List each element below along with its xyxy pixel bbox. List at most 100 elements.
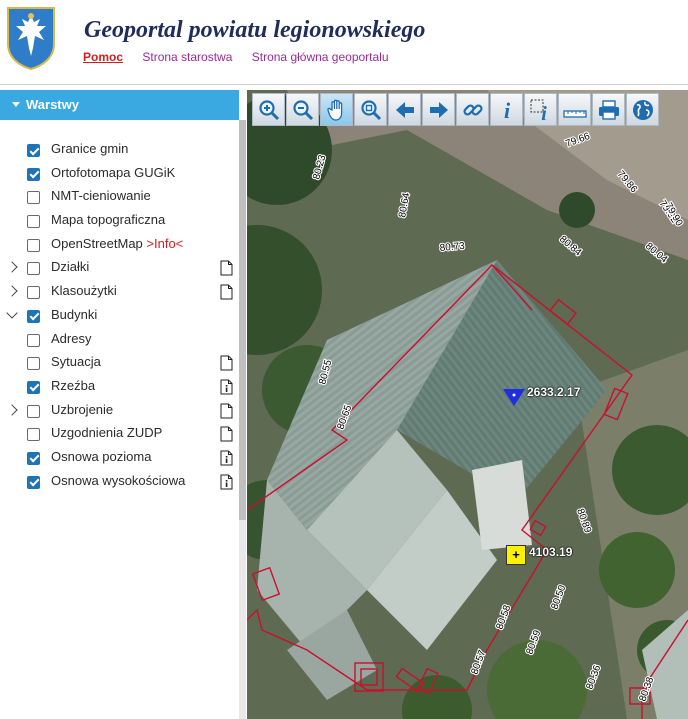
layer-row[interactable]: Osnowa pozioma xyxy=(0,448,239,472)
print-icon xyxy=(598,99,619,120)
globe-button[interactable] xyxy=(626,93,659,126)
nav-link-strona-glowna[interactable]: Strona główna geoportalu xyxy=(252,50,389,64)
svg-text:i: i xyxy=(541,103,547,122)
zoom-out-icon xyxy=(292,99,313,120)
layer-row[interactable]: NMT-cieniowanie xyxy=(0,187,239,211)
layer-row[interactable]: Rzeźba xyxy=(0,377,239,401)
layer-row[interactable]: Uzbrojenie xyxy=(0,401,239,425)
zoom-box-button[interactable] xyxy=(354,93,387,126)
layer-label: Rzeźba xyxy=(51,377,96,393)
expand-chevron-icon[interactable] xyxy=(6,307,18,319)
info-selection-button[interactable]: i xyxy=(524,93,557,126)
layer-label: Ortofotomapa GUGiK xyxy=(51,164,176,180)
next-view-arrow-icon xyxy=(429,101,448,118)
measure-button[interactable] xyxy=(558,93,591,126)
legend-info-document-icon[interactable] xyxy=(220,379,233,395)
info-button[interactable]: i xyxy=(490,93,523,126)
expand-chevron-icon[interactable] xyxy=(6,285,18,297)
layer-checkbox[interactable] xyxy=(27,333,40,347)
layer-label: Granice gmin xyxy=(51,141,129,156)
yellow-plus-icon[interactable]: + xyxy=(506,545,526,565)
globe-icon xyxy=(632,99,653,120)
measure-ruler-icon xyxy=(562,109,587,118)
zoom-box-icon xyxy=(360,99,381,120)
layer-checkbox[interactable] xyxy=(27,262,40,276)
layer-checkbox[interactable] xyxy=(27,451,40,465)
legend-document-icon[interactable] xyxy=(220,426,233,442)
layer-checkbox[interactable] xyxy=(27,191,40,205)
pan-hand-icon xyxy=(326,99,342,121)
layer-checkbox[interactable] xyxy=(27,357,40,371)
layer-checkbox[interactable] xyxy=(27,475,40,489)
layer-checkbox[interactable] xyxy=(27,380,40,394)
layer-info-link[interactable]: >Info< xyxy=(146,236,183,251)
layer-checkbox[interactable] xyxy=(27,215,40,229)
scrollbar-thumb[interactable] xyxy=(239,120,246,520)
layer-label: Osnowa wysokościowa xyxy=(51,472,186,488)
header: Geoportal powiatu legionowskiego Pomoc S… xyxy=(0,0,688,85)
collapse-caret-icon[interactable] xyxy=(12,102,20,108)
site-title: Geoportal powiatu legionowskiego xyxy=(84,17,426,43)
previous-view-arrow-icon xyxy=(395,101,414,118)
layer-row[interactable]: Granice gmin xyxy=(0,140,239,164)
layers-panel-header[interactable]: Warstwy xyxy=(0,90,239,120)
layer-row[interactable]: Adresy xyxy=(0,330,239,354)
zoom-out-button[interactable] xyxy=(286,93,319,126)
nav-link-strona-starostwa[interactable]: Strona starostwa xyxy=(142,50,232,64)
top-nav: Pomoc Strona starostwa Strona główna geo… xyxy=(83,50,405,64)
next-view-button[interactable] xyxy=(422,93,455,126)
layer-checkbox[interactable] xyxy=(27,286,40,300)
layers-panel-title: Warstwy xyxy=(26,97,79,112)
link-button[interactable] xyxy=(456,93,489,126)
svg-text:i: i xyxy=(503,98,510,122)
layer-row[interactable]: Budynki xyxy=(0,306,239,330)
layer-row[interactable]: Sytuacja xyxy=(0,353,239,377)
layer-row[interactable]: Uzgodnienia ZUDP xyxy=(0,424,239,448)
zoom-in-button[interactable] xyxy=(252,93,285,126)
elevation-label: 80.73 xyxy=(439,241,465,254)
layer-checkbox[interactable] xyxy=(27,238,40,252)
layer-row[interactable]: Działki xyxy=(0,258,239,282)
layer-list: Granice gmin Ortofotomapa GUGiK NMT-cienio… xyxy=(0,140,239,495)
layer-row[interactable]: Osnowa wysokościowa xyxy=(0,472,239,496)
layer-label: Działki xyxy=(51,259,90,275)
layer-row[interactable]: Ortofotomapa GUGiK xyxy=(0,164,239,188)
layer-label: Osnowa pozioma xyxy=(51,448,152,464)
legend-document-icon[interactable] xyxy=(220,355,233,371)
expand-chevron-icon[interactable] xyxy=(6,403,18,416)
expand-chevron-icon[interactable] xyxy=(6,261,18,274)
previous-view-button[interactable] xyxy=(388,93,421,126)
layer-row[interactable]: OpenStreetMap >Info< xyxy=(0,235,239,259)
legend-info-document-icon[interactable] xyxy=(220,450,233,466)
layer-label: Uzgodnienia ZUDP xyxy=(51,425,163,441)
layer-row[interactable]: Klasoużytki xyxy=(0,282,239,306)
layer-label: Mapa topograficzna xyxy=(51,212,166,228)
legend-document-icon[interactable] xyxy=(220,260,233,276)
zoom-in-icon xyxy=(258,99,279,120)
map-view[interactable]: 79.66 79.86 79.92 79.90 80.23 80.64 80.7… xyxy=(247,90,688,719)
legend-info-document-icon[interactable] xyxy=(220,474,233,490)
layer-label: Sytuacja xyxy=(51,354,101,370)
nav-link-pomoc[interactable]: Pomoc xyxy=(83,50,123,64)
pan-button[interactable] xyxy=(320,93,353,126)
orthophoto-background: 79.66 79.86 79.92 79.90 80.23 80.64 80.7… xyxy=(247,90,688,719)
layer-row[interactable]: Mapa topograficzna xyxy=(0,211,239,235)
legend-document-icon[interactable] xyxy=(220,403,233,419)
legend-document-icon[interactable] xyxy=(220,284,233,300)
sidebar-scrollbar[interactable] xyxy=(239,120,246,719)
layer-checkbox[interactable] xyxy=(27,309,40,323)
layer-label: Uzbrojenie xyxy=(51,401,114,417)
layers-sidebar: Warstwy Granice gmin Ortofotomapa GUGiK NM… xyxy=(0,90,246,719)
info-icon: i xyxy=(503,98,510,122)
layer-label: NMT-cieniowanie xyxy=(51,188,151,204)
layer-checkbox[interactable] xyxy=(27,144,40,157)
layer-label: Adresy xyxy=(51,330,92,346)
control-point-label: 4103.19 xyxy=(529,545,573,559)
print-button[interactable] xyxy=(592,93,625,126)
link-chain-icon xyxy=(462,103,483,116)
layer-label: OpenStreetMap >Info< xyxy=(51,235,184,251)
layer-checkbox[interactable] xyxy=(27,428,40,442)
coat-of-arms-eagle-icon xyxy=(7,7,55,70)
layer-checkbox[interactable] xyxy=(27,167,40,181)
layer-checkbox[interactable] xyxy=(27,404,40,418)
